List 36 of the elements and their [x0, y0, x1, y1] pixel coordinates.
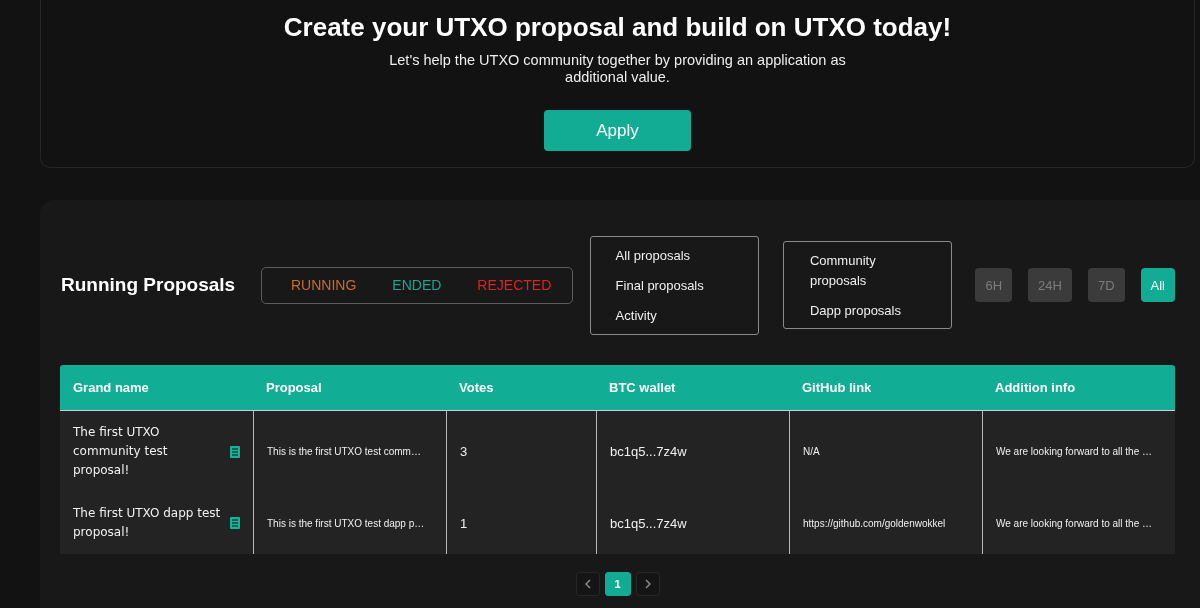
proposal-name: The first UTXO community test proposal! — [73, 424, 169, 479]
table-cell: https://github.com/goldenwokkel — [789, 492, 982, 554]
status-filter[interactable]: ENDED — [392, 277, 442, 293]
menu-item[interactable]: All proposals — [615, 245, 748, 266]
intro-text: Let's help the UTXO community together by providing an application as additional value. — [388, 52, 847, 86]
chevron-right-icon — [644, 579, 651, 589]
proposal-name: The first UTXO dapp test proposal! — [73, 505, 222, 541]
status-filter[interactable]: RUNNING — [291, 277, 357, 293]
menu-item[interactable]: Activity — [615, 305, 748, 326]
status-filter[interactable]: REJECTED — [477, 277, 552, 293]
page-button[interactable]: 1 — [604, 572, 631, 596]
column-header: Proposal — [265, 379, 323, 397]
column-header: Grand name — [72, 379, 150, 397]
column-header: Votes — [458, 379, 495, 397]
table-cell: bc1q5...7z4w — [596, 492, 789, 554]
section-heading: Running Proposals — [61, 274, 237, 296]
time-range-button[interactable]: 7D — [1087, 268, 1125, 302]
column-header: Addition info — [994, 379, 1077, 397]
menu-item[interactable]: Final proposals — [615, 275, 748, 296]
menu-item[interactable]: Community proposals — [809, 251, 907, 291]
next-page-button[interactable] — [635, 572, 660, 596]
column-header: BTC wallet — [608, 379, 677, 397]
document-icon — [230, 517, 240, 529]
chevron-left-icon — [584, 579, 591, 589]
page-title: Create your UTXO proposal and build on UTXO today! — [283, 11, 952, 43]
document-icon — [230, 445, 240, 458]
menu-item[interactable]: Dapp proposals — [809, 301, 907, 321]
previous-page-button[interactable] — [575, 572, 600, 596]
column-header: GitHub link — [801, 379, 873, 397]
time-range-button[interactable]: All — [1140, 268, 1175, 302]
time-range-button[interactable]: 24H — [1028, 268, 1072, 302]
table-cell: 1 — [446, 492, 596, 554]
time-range-button[interactable]: 6H — [975, 268, 1013, 302]
apply-button[interactable]: Apply — [544, 110, 691, 151]
table-cell: This is the first UTXO test dapp p… — [253, 492, 446, 554]
table-cell: We are looking forward to all the … — [982, 492, 1175, 554]
